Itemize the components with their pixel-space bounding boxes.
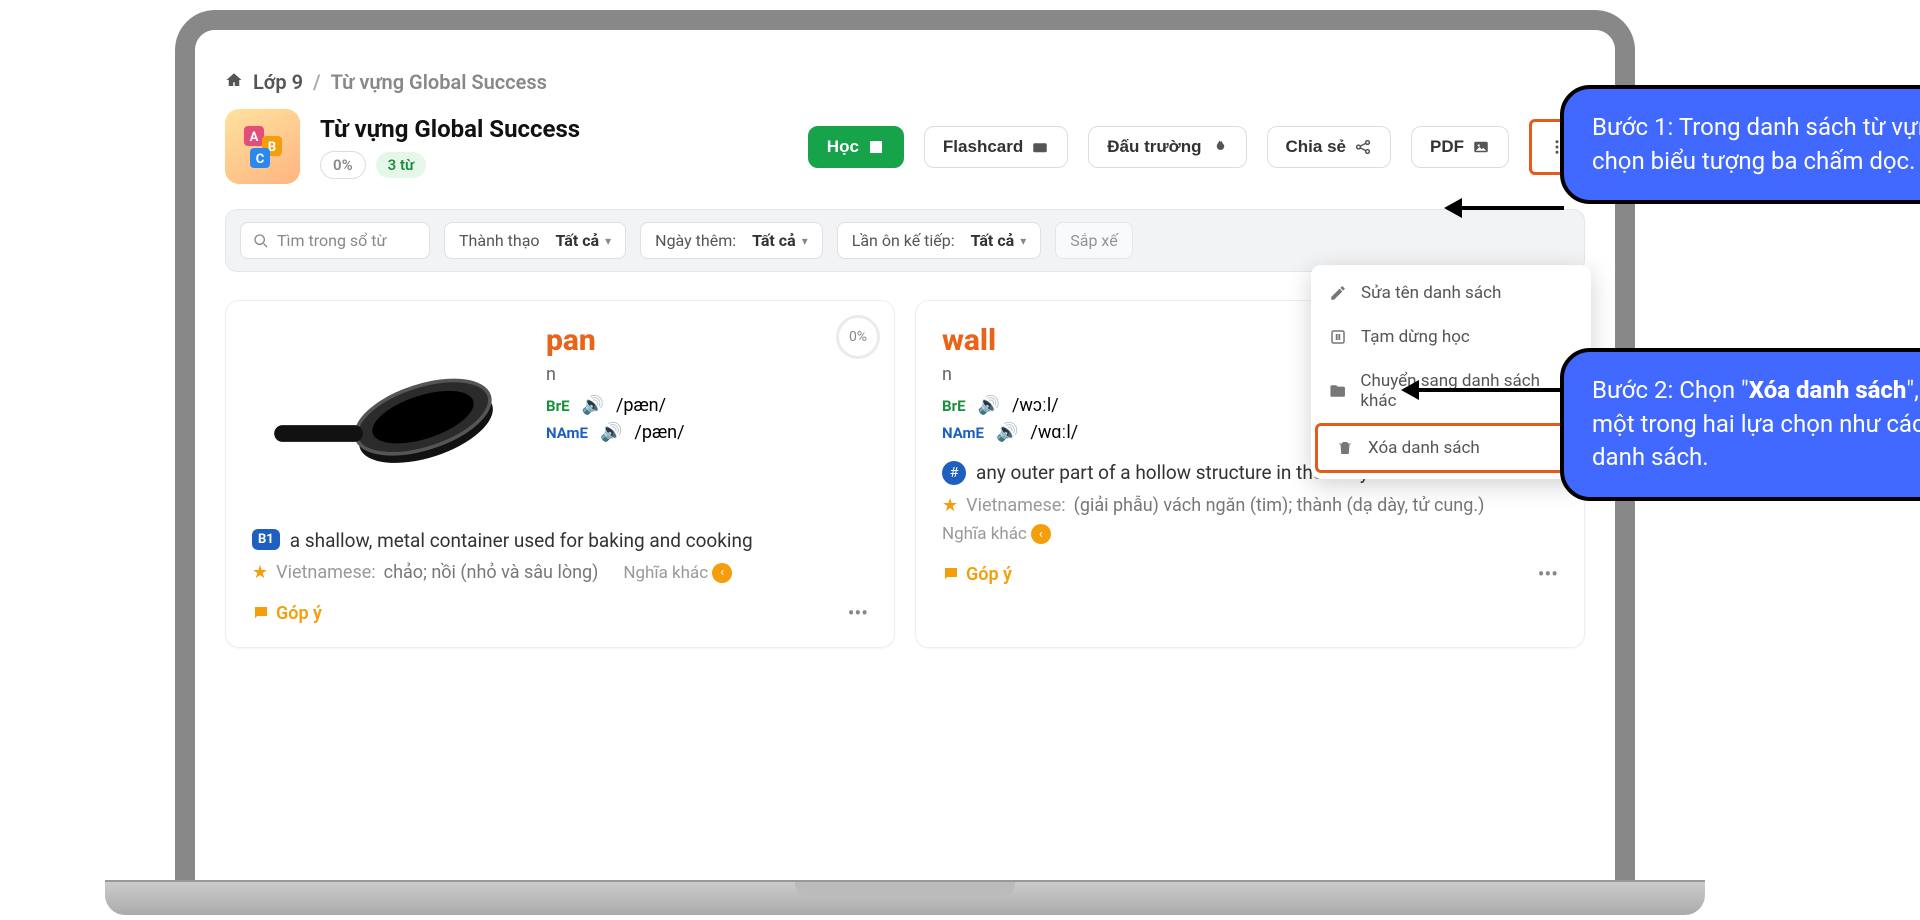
mastery-filter[interactable]: Thành thạo Tất cả ▾ (444, 222, 626, 259)
word-headword: pan (546, 323, 685, 358)
audio-icon[interactable]: 🔊 (996, 422, 1018, 443)
home-icon[interactable] (225, 70, 243, 94)
feedback-link[interactable]: Góp ý (942, 564, 1012, 585)
chevron-left-icon: ‹ (712, 563, 732, 583)
breadcrumb: Lớp 9 / Từ vựng Global Success (225, 70, 1585, 94)
share-icon (1354, 138, 1372, 156)
search-input[interactable]: Tìm trong sổ từ (240, 222, 430, 259)
menu-delete[interactable]: Xóa danh sách (1315, 423, 1587, 473)
chat-icon (252, 604, 270, 622)
menu-pause[interactable]: Tạm dừng học (1311, 315, 1591, 359)
chevron-down-icon: ▾ (1020, 234, 1026, 248)
svg-text:C: C (255, 152, 264, 167)
audio-icon[interactable]: 🔊 (582, 395, 604, 416)
more-menu-dropdown: Sửa tên danh sách Tạm dừng học Chuyển sa… (1311, 265, 1591, 479)
chevron-down-icon: ▾ (605, 234, 611, 248)
audio-icon[interactable]: 🔊 (600, 422, 622, 443)
vietnamese-def: chảo; nồi (nhỏ và sâu lòng) (384, 562, 599, 583)
bre-label: BrE (546, 397, 570, 415)
star-icon: ★ (942, 495, 958, 516)
chevron-left-icon: ‹ (1031, 524, 1051, 544)
name-label: NAmE (942, 424, 984, 442)
fire-icon (1210, 138, 1228, 156)
word-count-pill: 3 từ (376, 152, 426, 178)
pause-icon (1329, 328, 1347, 346)
word-card-pan: 0% pan n (225, 300, 895, 648)
search-icon (253, 233, 269, 249)
other-meanings[interactable]: Nghĩa khác ‹ (942, 524, 1051, 544)
pdf-button[interactable]: PDF (1411, 126, 1509, 168)
phonetic-name: /pæn/ (634, 422, 684, 443)
definition: any outer part of a hollow structure in … (976, 461, 1369, 484)
breadcrumb-current: Từ vựng Global Success (331, 70, 547, 94)
folder-icon (1329, 382, 1346, 400)
chevron-down-icon: ▾ (802, 234, 808, 248)
arena-button[interactable]: Đấu trường (1088, 126, 1246, 168)
next-review-filter[interactable]: Lần ôn kế tiếp: Tất cả ▾ (837, 222, 1042, 259)
list-thumbnail: A B C (225, 109, 300, 184)
share-button[interactable]: Chia sẻ (1267, 126, 1391, 168)
bre-label: BrE (942, 397, 966, 415)
phonetic-bre: /wɔːl/ (1012, 395, 1059, 416)
phonetic-name: /wɑːl/ (1030, 422, 1078, 443)
hash-badge: # (942, 461, 966, 485)
sort-filter[interactable]: Sắp xế (1055, 222, 1132, 259)
cards-icon (1031, 138, 1049, 156)
chat-icon (942, 565, 960, 583)
word-image (238, 305, 538, 547)
svg-text:A: A (249, 130, 258, 145)
flashcard-button[interactable]: Flashcard (924, 126, 1068, 168)
page-title: Từ vựng Global Success (320, 115, 580, 143)
vietnamese-def: (giải phẫu) vách ngăn (tim); thành (dạ d… (1074, 495, 1485, 516)
feedback-link[interactable]: Góp ý (252, 603, 322, 624)
name-label: NAmE (546, 424, 588, 442)
star-icon: ★ (252, 562, 268, 583)
image-icon (1472, 138, 1490, 156)
app-screen: Lớp 9 / Từ vựng Global Success A B C (195, 30, 1615, 880)
date-added-filter[interactable]: Ngày thêm: Tất cả ▾ (640, 222, 823, 259)
other-meanings[interactable]: Nghĩa khác ‹ (623, 563, 732, 583)
card-progress: 0% (836, 315, 880, 359)
play-icon (867, 138, 885, 156)
trash-icon (1336, 439, 1354, 457)
menu-rename[interactable]: Sửa tên danh sách (1311, 271, 1591, 315)
phonetic-bre: /pæn/ (616, 395, 666, 416)
tutorial-callout-1: Bước 1: Trong danh sách từ vựng cần xóa,… (1560, 85, 1920, 204)
card-more-button[interactable]: ••• (848, 601, 868, 625)
word-pos: n (546, 364, 685, 385)
audio-icon[interactable]: 🔊 (978, 395, 1000, 416)
progress-pill: 0% (320, 151, 366, 179)
level-badge: B1 (252, 529, 280, 550)
breadcrumb-level[interactable]: Lớp 9 (253, 70, 303, 94)
definition: a shallow, metal container used for baki… (290, 529, 753, 552)
pencil-icon (1329, 284, 1347, 302)
learn-button[interactable]: Học (808, 126, 904, 168)
tutorial-callout-2: Bước 2: Chọn "Xóa danh sách", sau đó chọ… (1560, 348, 1920, 501)
filter-bar: Tìm trong sổ từ Thành thạo Tất cả ▾ Ngày… (225, 209, 1585, 272)
card-more-button[interactable]: ••• (1538, 562, 1558, 586)
